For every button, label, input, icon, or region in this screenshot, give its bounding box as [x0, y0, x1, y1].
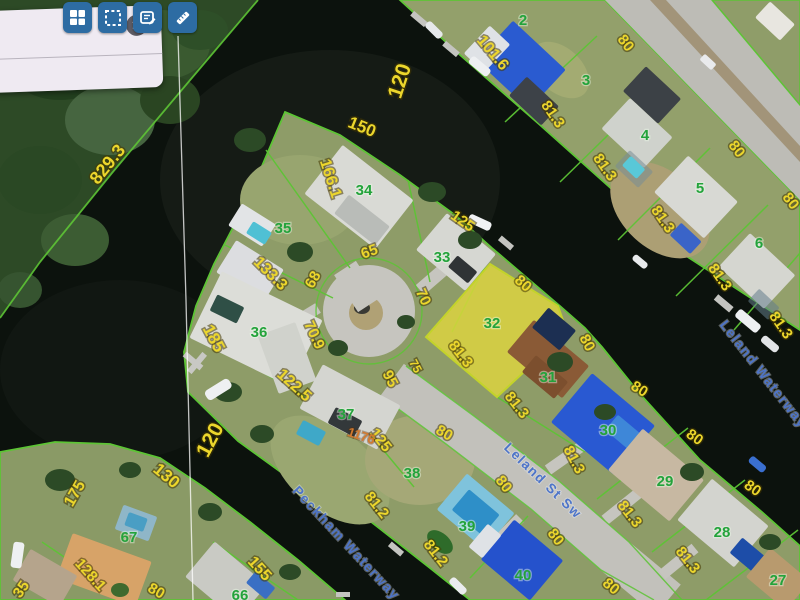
lot-number: 33: [434, 249, 451, 266]
layout-grid-icon: [69, 9, 86, 26]
lot-number: 5: [696, 180, 704, 197]
map-canvas[interactable]: 829.3120101.68081.3150166.112581.38081.3…: [0, 0, 800, 600]
lot-number: 32: [484, 315, 501, 332]
lot-number: 37: [338, 406, 355, 423]
lot-number: 4: [641, 127, 650, 144]
lot-number: 36: [251, 324, 268, 341]
lot-number: 30: [600, 422, 617, 439]
marquee-select-icon: [104, 9, 122, 27]
lot-number: 40: [515, 567, 532, 584]
panel-divider: [0, 53, 162, 60]
lot-number: 31: [540, 369, 557, 386]
lot-number: 27: [770, 572, 787, 589]
lot-number: 35: [275, 220, 292, 237]
lot-number: 34: [356, 182, 373, 199]
lot-number: 38: [404, 465, 421, 482]
map-viewport: 829.3120101.68081.3150166.112581.38081.3…: [0, 0, 800, 600]
map-toolbar: [63, 2, 197, 33]
note-edit-button[interactable]: [133, 2, 162, 33]
lot-number: 67: [121, 529, 138, 546]
layout-grid-button[interactable]: [63, 2, 92, 33]
lot-number: 29: [657, 473, 674, 490]
marquee-select-button[interactable]: [98, 2, 127, 33]
palm-tree: [111, 583, 129, 597]
lot-number: 3: [582, 72, 590, 89]
lot-number: 28: [714, 524, 731, 541]
ruler-measure-icon: [174, 9, 192, 27]
lot-number: 2: [519, 12, 527, 29]
note-edit-icon: [139, 9, 157, 27]
lot-number: 39: [459, 518, 476, 535]
lot-number: 66: [232, 587, 249, 600]
lot-number: 6: [755, 235, 763, 252]
ruler-measure-button[interactable]: [168, 2, 197, 33]
